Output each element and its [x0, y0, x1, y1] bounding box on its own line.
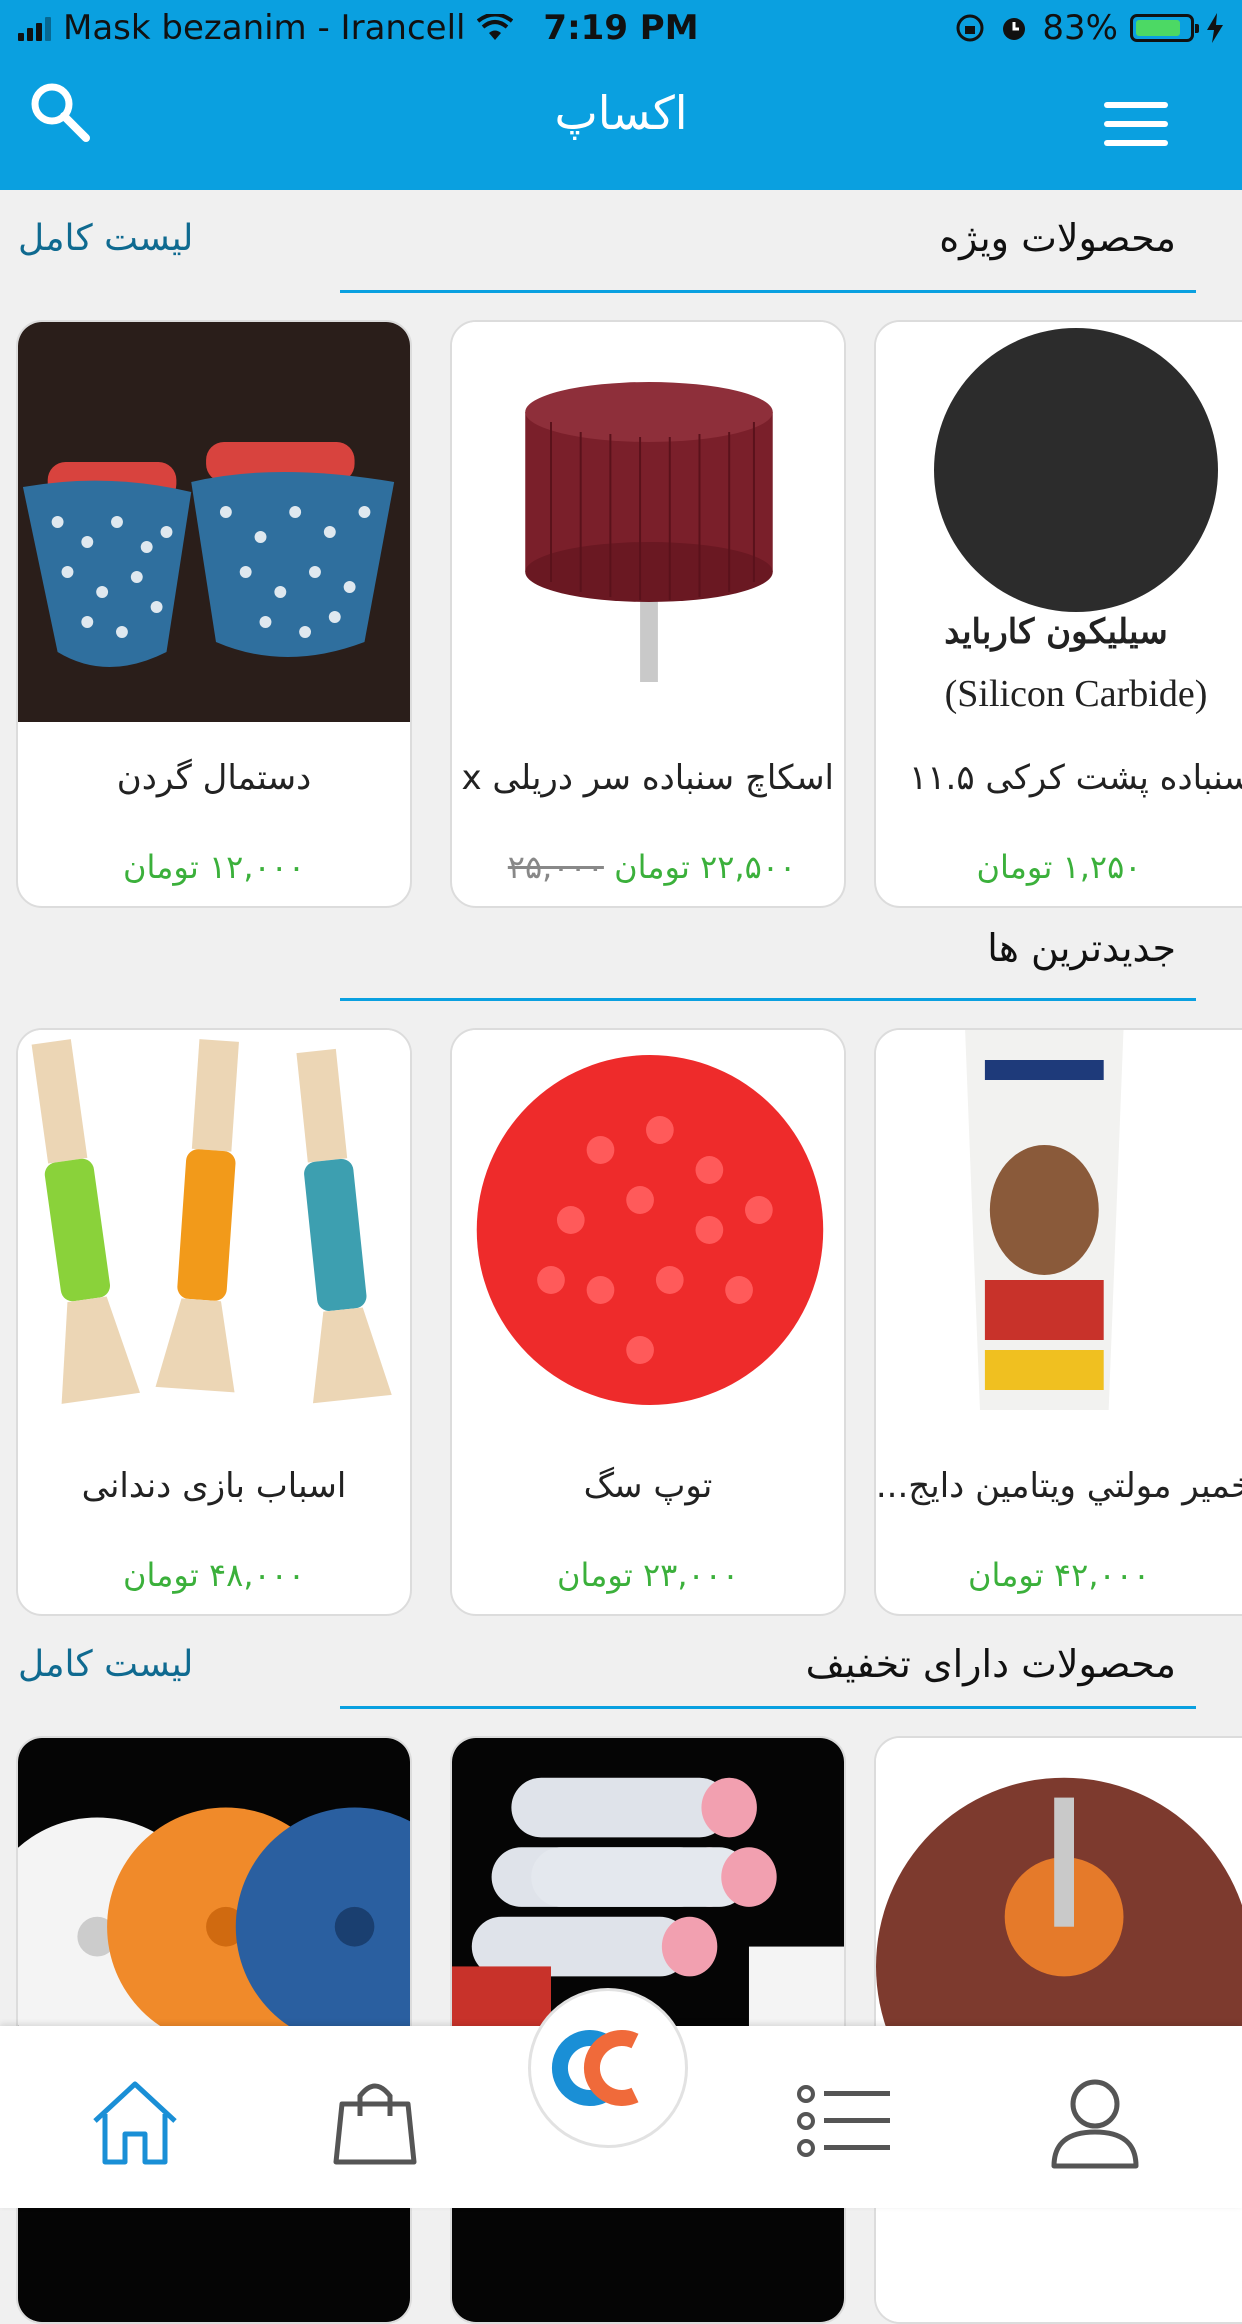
- tab-cart[interactable]: [320, 2066, 430, 2176]
- product-card[interactable]: دستمال گردن ۱۲,۰۰۰ تومان: [16, 320, 412, 908]
- sanding-disc-shape: [934, 328, 1218, 612]
- product-image-silicon-carbide: سیلیکون کارباید (Silicon Carbide): [876, 322, 1242, 722]
- tab-categories[interactable]: [790, 2066, 900, 2176]
- product-price: ۲۳,۰۰۰ تومان: [556, 1556, 740, 1594]
- product-card[interactable]: اسباب بازی دندانی ۴۸,۰۰۰ تومان: [16, 1028, 412, 1616]
- section-title-newest: جدیدترین ها: [987, 926, 1176, 970]
- hamburger-menu-icon: [1104, 102, 1168, 146]
- product-price: ۲۲,۵۰۰ تومان ۲۵,۰۰۰: [452, 848, 844, 886]
- status-bar: Mask bezanim - Irancell 7:19 PM 83%: [0, 0, 1242, 60]
- product-price-current: ۲۲,۵۰۰ تومان: [614, 848, 797, 886]
- tab-profile[interactable]: [1040, 2066, 1150, 2176]
- shopping-bag-icon: [333, 2083, 417, 2165]
- product-price: ۱۲,۰۰۰ تومان: [122, 848, 306, 886]
- product-name: خمیر مولتي ويتامين دايج...: [876, 1466, 1242, 1506]
- product-image-bandana: [18, 322, 410, 722]
- product-old-price: ۲۵,۰۰۰: [507, 848, 604, 886]
- page-title: اکساپ: [554, 86, 688, 140]
- discounted-full-list-link[interactable]: لیست کامل: [18, 1644, 193, 1685]
- product-name: دستمال گردن: [116, 758, 312, 798]
- featured-full-list-link[interactable]: لیست کامل: [18, 218, 193, 259]
- section-title-featured: محصولات ویژه: [939, 216, 1176, 260]
- alarm-icon: [1003, 18, 1026, 40]
- profile-icon: [1051, 2079, 1139, 2169]
- app-logo-icon: [552, 2030, 639, 2106]
- product-image-vitamin-paste: [876, 1030, 1242, 1430]
- section-divider: [340, 1706, 1196, 1709]
- rotation-lock-icon: [956, 14, 984, 42]
- product-name: اسباب بازی دندانی: [81, 1466, 347, 1506]
- home-icon: [93, 2081, 177, 2165]
- product-price: ۴۸,۰۰۰ تومان: [122, 1556, 306, 1594]
- product-name: اسکاچ سنباده سر دریلی x ...: [462, 758, 834, 798]
- product-price: ۱,۲۵۰ تومان: [976, 848, 1142, 886]
- battery-icon: [1130, 14, 1199, 42]
- product-image-chew-toys: [18, 1030, 410, 1430]
- section-divider: [340, 998, 1196, 1001]
- center-logo-button[interactable]: [528, 1988, 688, 2148]
- menu-button[interactable]: [1104, 100, 1168, 152]
- section-divider: [340, 290, 1196, 293]
- product-image-flap-wheel: [452, 322, 844, 722]
- image-caption-fa: سیلیکون کارباید: [944, 612, 1168, 652]
- product-card[interactable]: اسکاچ سنباده سر دریلی x ... ۲۲,۵۰۰ تومان…: [450, 320, 846, 908]
- charging-icon: [1207, 13, 1223, 43]
- image-caption-en: (Silicon Carbide): [944, 673, 1208, 715]
- section-title-discounted: محصولات دارای تخفیف: [805, 1642, 1176, 1686]
- app-header: Mask bezanim - Irancell 7:19 PM 83% اکسا…: [0, 0, 1242, 190]
- product-name: توپ سگ: [583, 1466, 713, 1506]
- product-card[interactable]: خمیر مولتي ويتامين دايج... ۴۲,۰۰۰ تومان: [874, 1028, 1242, 1616]
- battery-percent: 83%: [1042, 8, 1118, 48]
- product-card[interactable]: سیلیکون کارباید (Silicon Carbide) سنباده…: [874, 320, 1242, 908]
- list-icon: [797, 2085, 890, 2157]
- tab-home[interactable]: [80, 2066, 190, 2176]
- product-name: سنباده پشت کرکی ۱۱.۵: [909, 758, 1242, 798]
- product-price: ۴۲,۰۰۰ تومان: [967, 1556, 1151, 1594]
- product-card[interactable]: توپ سگ ۲۳,۰۰۰ تومان: [450, 1028, 846, 1616]
- product-image-dog-ball: [452, 1030, 844, 1430]
